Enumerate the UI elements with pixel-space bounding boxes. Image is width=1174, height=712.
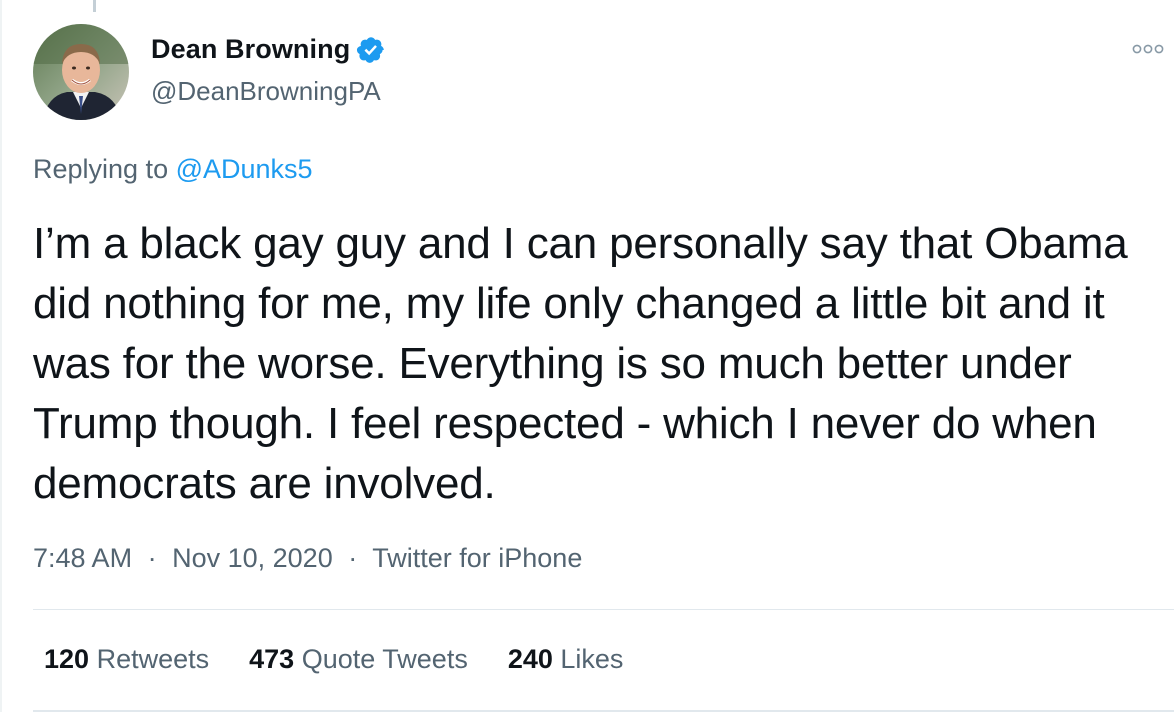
quote-tweets-label: Quote Tweets — [301, 644, 468, 674]
divider — [33, 609, 1174, 610]
tweet-date[interactable]: Nov 10, 2020 — [172, 543, 333, 573]
author-display-name[interactable]: Dean Browning — [151, 34, 350, 65]
retweets-label: Retweets — [96, 644, 210, 674]
author-handle[interactable]: @DeanBrowningPA — [151, 76, 381, 107]
meta-separator: · — [147, 543, 157, 573]
engagement-stats: 120 Retweets 473 Quote Tweets 240 Likes — [44, 644, 663, 675]
author-name-row: Dean Browning — [151, 34, 386, 65]
replying-to: Replying to @ADunks5 — [33, 154, 313, 185]
left-border — [0, 0, 2, 712]
meta-separator: · — [348, 543, 358, 573]
more-options-icon[interactable] — [1130, 40, 1166, 58]
tweet-metadata: 7:48 AM · Nov 10, 2020 · Twitter for iPh… — [33, 543, 582, 574]
tweet-source[interactable]: Twitter for iPhone — [372, 543, 582, 573]
likes-label: Likes — [560, 644, 624, 674]
verified-badge-icon — [356, 35, 386, 65]
tweet-text: I’m a black gay guy and I can personally… — [33, 219, 1128, 508]
replying-to-label: Replying to — [33, 154, 176, 184]
likes-count: 240 — [507, 644, 553, 674]
reply-mention-link[interactable]: @ADunks5 — [176, 154, 313, 184]
tweet-time[interactable]: 7:48 AM — [33, 543, 132, 573]
quote-tweets-count: 473 — [249, 644, 295, 674]
retweets-count: 120 — [44, 644, 90, 674]
retweets-stat[interactable]: 120 Retweets — [44, 644, 209, 675]
avatar-image — [33, 24, 129, 120]
likes-stat[interactable]: 240 Likes — [508, 644, 624, 675]
avatar[interactable] — [33, 24, 129, 120]
thread-connector-line — [93, 0, 96, 12]
quote-tweets-stat[interactable]: 473 Quote Tweets — [249, 644, 468, 675]
